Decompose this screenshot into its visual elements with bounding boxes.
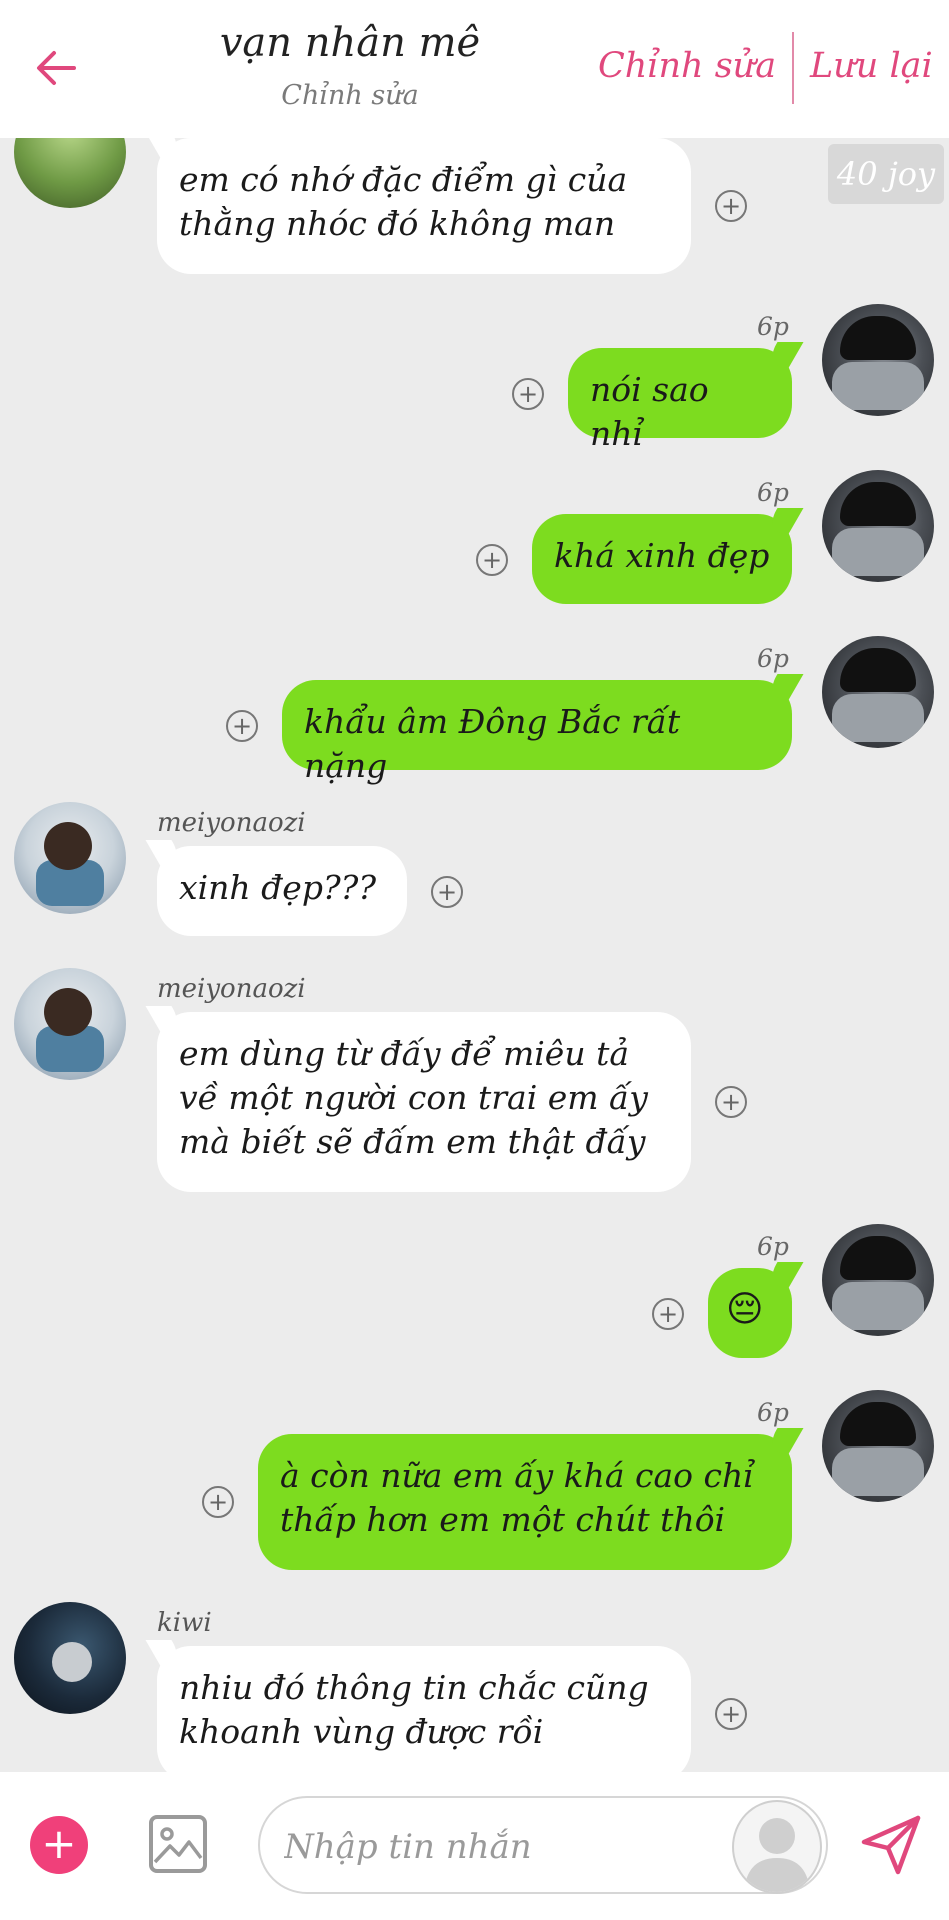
- person-silhouette-icon: [744, 1818, 810, 1892]
- sender-name: meiyonaozi: [157, 974, 306, 1004]
- message-bubble[interactable]: em có nhớ đặc điểm gì của thằng nhóc đó …: [157, 138, 691, 274]
- message-input[interactable]: [282, 1818, 726, 1876]
- plus-icon: +: [720, 1700, 742, 1728]
- avatar[interactable]: [822, 470, 934, 582]
- joy-badge: 40 joy: [828, 144, 944, 204]
- avatar[interactable]: [14, 802, 126, 914]
- avatar[interactable]: [14, 138, 126, 208]
- avatar[interactable]: [822, 1224, 934, 1336]
- message-bubble[interactable]: 😔: [708, 1268, 792, 1358]
- message-bubble[interactable]: xinh đẹp???: [157, 846, 407, 936]
- plus-icon: +: [481, 546, 503, 574]
- mask-avatar-button[interactable]: [732, 1800, 822, 1894]
- header-divider: [792, 32, 794, 104]
- send-button[interactable]: [858, 1812, 924, 1878]
- image-icon: [149, 1815, 207, 1873]
- save-button[interactable]: Lưu lại: [810, 46, 933, 86]
- plus-icon: +: [720, 192, 742, 220]
- message-bubble[interactable]: em dùng từ đấy để miêu tả về một người c…: [157, 1012, 691, 1192]
- avatar[interactable]: [822, 304, 934, 416]
- message-bubble[interactable]: khá xinh đẹp: [532, 514, 792, 604]
- add-reaction-button[interactable]: +: [226, 710, 258, 742]
- message-bubble[interactable]: nói sao nhỉ: [568, 348, 792, 453]
- message-bubble[interactable]: khẩu âm Đông Bắc rất nặng: [282, 680, 792, 785]
- back-button[interactable]: [26, 38, 86, 98]
- plus-icon: +: [657, 1300, 679, 1328]
- message-time: 6p: [757, 644, 789, 673]
- plus-icon: +: [517, 380, 539, 408]
- message-time: 6p: [757, 1398, 789, 1427]
- send-icon: [861, 1815, 921, 1875]
- composer-bar: +: [0, 1772, 949, 1920]
- chat-subtitle[interactable]: Chỉnh sửa: [150, 80, 550, 111]
- add-attachment-button[interactable]: +: [30, 1816, 88, 1874]
- avatar[interactable]: [822, 636, 934, 748]
- add-reaction-button[interactable]: +: [715, 1086, 747, 1118]
- edit-button[interactable]: Chỉnh sửa: [598, 46, 776, 86]
- avatar[interactable]: [822, 1390, 934, 1502]
- message-bubble[interactable]: à còn nữa em ấy khá cao chỉ thấp hơn em …: [258, 1434, 792, 1570]
- plus-icon: +: [207, 1488, 229, 1516]
- plus-icon: +: [436, 878, 458, 906]
- add-reaction-button[interactable]: +: [512, 378, 544, 410]
- add-reaction-button[interactable]: +: [476, 544, 508, 576]
- chat-header: vạn nhân mê Chỉnh sửa Chỉnh sửa Lưu lại: [0, 0, 949, 138]
- message-time: 6p: [757, 478, 789, 507]
- chat-title: vạn nhân mê: [219, 20, 481, 66]
- add-reaction-button[interactable]: +: [431, 876, 463, 908]
- avatar[interactable]: [14, 968, 126, 1080]
- message-time: 6p: [757, 1232, 789, 1261]
- add-reaction-button[interactable]: +: [652, 1298, 684, 1330]
- sender-name: kiwi: [157, 1608, 212, 1638]
- message-bubble[interactable]: nhiu đó thông tin chắc cũng khoanh vùng …: [157, 1646, 691, 1772]
- sender-name: meiyonaozi: [157, 808, 306, 838]
- image-picker-button[interactable]: [148, 1814, 208, 1874]
- message-time: 6p: [757, 312, 789, 341]
- add-reaction-button[interactable]: +: [202, 1486, 234, 1518]
- add-reaction-button[interactable]: +: [715, 190, 747, 222]
- message-input-wrapper: [258, 1796, 828, 1894]
- avatar[interactable]: [14, 1602, 126, 1714]
- plus-icon: +: [231, 712, 253, 740]
- plus-icon: +: [720, 1088, 742, 1116]
- arrow-left-icon: [37, 51, 76, 85]
- add-reaction-button[interactable]: +: [715, 1698, 747, 1730]
- message-list[interactable]: 40 joy em có nhớ đặc điểm gì của thằng n…: [0, 138, 949, 1772]
